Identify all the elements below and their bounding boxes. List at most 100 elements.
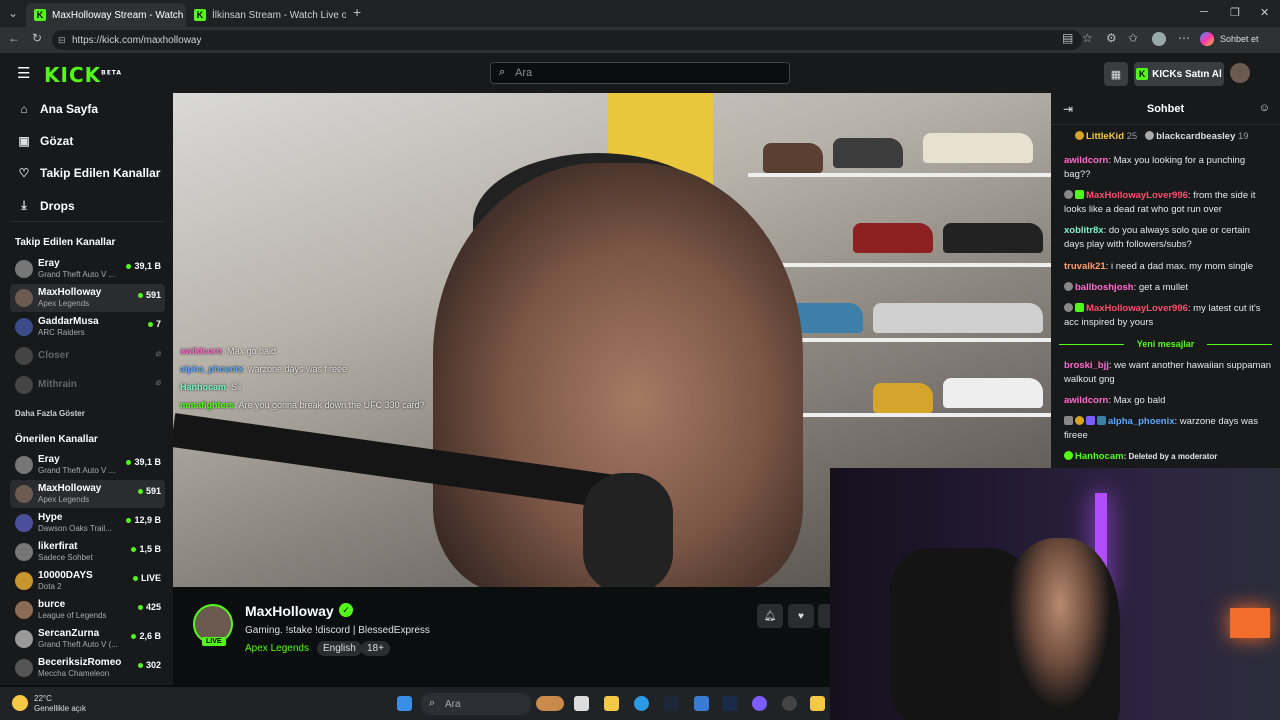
tab-maxholloway[interactable]: K MaxHolloway Stream - Watch Live ✕ (26, 3, 186, 27)
file-explorer-icon[interactable] (604, 696, 619, 711)
back-icon[interactable]: ← (8, 31, 20, 45)
new-messages-divider[interactable]: Yeni mesajlar (1059, 339, 1272, 349)
weather-widget[interactable]: 22°C Genellikle açık (12, 694, 86, 714)
favorite-star-icon[interactable]: ☆ (1082, 31, 1093, 45)
tab-title: İlkinsan Stream - Watch Live on Ki (212, 9, 346, 21)
viewer-count: LIVE (132, 573, 161, 583)
tab-ilkinsan[interactable]: K İlkinsan Stream - Watch Live on Ki ✕ (186, 3, 346, 27)
shoe (873, 383, 933, 413)
buy-kicks-label: KICKs Satın Al (1152, 68, 1222, 80)
copilot-icon[interactable] (1200, 32, 1214, 46)
nav-drops[interactable]: ⤓ Drops (18, 198, 74, 213)
avatar (15, 318, 33, 336)
address-bar-row: ← ↻ ⊟ https://kick.com/maxholloway ▤ ☆ ⚙… (0, 27, 1280, 53)
widget-icon[interactable] (536, 696, 564, 711)
sidebar-channel[interactable]: burce League of Legends 425 (10, 596, 165, 624)
sidebar-channel[interactable]: likerfirat Sadece Sohbet 1,5 B (10, 538, 165, 566)
overlay-chat-message: mmafighters: Are you gonna break down th… (180, 400, 425, 410)
sidebar: ⌂ Ana Sayfa ▣ Gözat ♡ Takip Edilen Kanallar… (0, 93, 173, 685)
obs-icon[interactable] (782, 696, 797, 711)
maximize-icon[interactable]: ❐ (1230, 6, 1240, 19)
url-input[interactable]: ⊟ https://kick.com/maxholloway (52, 30, 1082, 50)
theater-mode-button[interactable]: ▦ (1104, 62, 1128, 86)
new-tab-button[interactable]: + (353, 4, 361, 20)
shoe (763, 143, 823, 173)
verified-icon: ✓ (339, 603, 353, 617)
kick-logo[interactable]: KICKBETA (44, 63, 122, 87)
chat-message: broski_bjj: we want another hawaiian sup… (1064, 360, 1272, 385)
drops-icon: ⤓ (21, 198, 27, 212)
sidebar-channel[interactable]: Hype Dawson Oaks Trail... 12,9 B (10, 509, 165, 537)
shelf (748, 263, 1051, 267)
taskbar-search[interactable]: ⌕ Ara (421, 693, 531, 715)
sidebar-channel[interactable]: GaddarMusa ARC Raiders 7 (10, 313, 165, 341)
edge-icon[interactable] (634, 696, 649, 711)
browser-tabbar: ⌄ K MaxHolloway Stream - Watch Live ✕ K … (0, 0, 1280, 27)
nav-following[interactable]: ♡ Takip Edilen Kanallar (18, 166, 161, 180)
hamburger-menu-icon[interactable]: ☰ (17, 64, 30, 82)
offline-icon: ⌀ (155, 377, 161, 387)
sidebar-channel[interactable]: SercanZurna Grand Theft Auto V (... 2,6 B (10, 625, 165, 653)
tag-age[interactable]: 18+ (361, 641, 390, 656)
chat-message: MaxHollowayLover996: from the side it lo… (1064, 190, 1256, 215)
app-icon[interactable] (722, 696, 737, 711)
avatar (15, 376, 33, 394)
gift-badge-icon (1075, 131, 1084, 140)
show-more-link[interactable]: Daha Fazla Göster (15, 409, 85, 418)
task-view-icon[interactable] (574, 696, 589, 711)
home-icon: ⌂ (20, 102, 28, 116)
chat-message: alpha_phoenix: warzone days was fireee (1064, 416, 1258, 441)
avatar (15, 514, 33, 532)
reader-icon[interactable]: ▤ (1062, 31, 1073, 45)
discord-icon[interactable] (752, 696, 767, 711)
sidebar-channel-offline[interactable]: Closer ⌀ (10, 342, 165, 370)
copilot-label[interactable]: Sohbet et (1220, 34, 1259, 44)
viewer-count: 1,5 B (131, 544, 161, 554)
heart-icon: ♡ (18, 166, 30, 180)
sidebar-channel-offline[interactable]: Mithrain ⌀ (10, 371, 165, 399)
sidebar-channel[interactable]: MaxHolloway Apex Legends 591 (10, 284, 165, 312)
shelf (748, 173, 1051, 177)
sidebar-channel[interactable]: MaxHolloway Apex Legends 591 (10, 480, 165, 508)
extensions-icon[interactable]: ⚙ (1106, 31, 1117, 45)
viewer-count: 302 (137, 660, 161, 670)
follow-heart-button[interactable]: ♥ (788, 604, 814, 628)
collections-icon[interactable]: ✩ (1128, 31, 1138, 45)
badge-icon (1086, 416, 1095, 425)
tag-language[interactable]: English (317, 641, 362, 656)
sidebar-channel[interactable]: BeceriksizRomeo Meccha Chameleon 302 (10, 654, 165, 682)
app-icon[interactable] (694, 696, 709, 711)
url-text: https://kick.com/maxholloway (72, 34, 202, 46)
viewer-count: 7 (147, 319, 161, 329)
chat-users-icon[interactable]: ☺ (1259, 102, 1270, 114)
profile-avatar[interactable] (1152, 32, 1166, 46)
buy-kicks-button[interactable]: K KICKs Satın Al (1134, 62, 1224, 86)
user-avatar[interactable] (1230, 63, 1250, 83)
stream-category[interactable]: Apex Legends (245, 643, 309, 654)
search-icon: ⌕ (429, 697, 436, 709)
avatar (15, 456, 33, 474)
tab-list-icon[interactable]: ⌄ (8, 6, 18, 20)
nav-browse[interactable]: ▣ Gözat (18, 134, 73, 148)
shoe (923, 133, 1033, 163)
sidebar-channel[interactable]: Eray Grand Theft Auto V ... 39,1 B (10, 451, 165, 479)
site-info-icon[interactable]: ⊟ (58, 35, 66, 46)
channel-name[interactable]: MaxHolloway (245, 603, 334, 619)
avatar (15, 572, 33, 590)
steam-icon[interactable] (664, 696, 679, 711)
offline-icon: ⌀ (155, 348, 161, 358)
close-window-icon[interactable]: ✕ (1260, 6, 1269, 19)
more-menu-icon[interactable]: ⋯ (1178, 31, 1190, 45)
app-icon[interactable] (810, 696, 825, 711)
refresh-icon[interactable]: ↻ (32, 31, 42, 45)
sidebar-channel[interactable]: Eray Grand Theft Auto V ... 39,1 B (10, 255, 165, 283)
notification-bell-button[interactable]: 🔔︎ (757, 604, 783, 628)
minimize-icon[interactable]: ─ (1200, 6, 1208, 18)
badge-icon (1064, 416, 1073, 425)
sidebar-channel[interactable]: 10000DAYS Dota 2 LIVE (10, 567, 165, 595)
stream-title: Gaming. !stake !discord | BlessedExpress (245, 625, 430, 636)
windows-start-icon[interactable] (397, 696, 412, 711)
nav-home[interactable]: ⌂ Ana Sayfa (18, 102, 98, 116)
search-input[interactable]: ⌕ Ara (490, 62, 790, 84)
chat-header: ⇥ Sohbet ☺ (1051, 93, 1280, 125)
